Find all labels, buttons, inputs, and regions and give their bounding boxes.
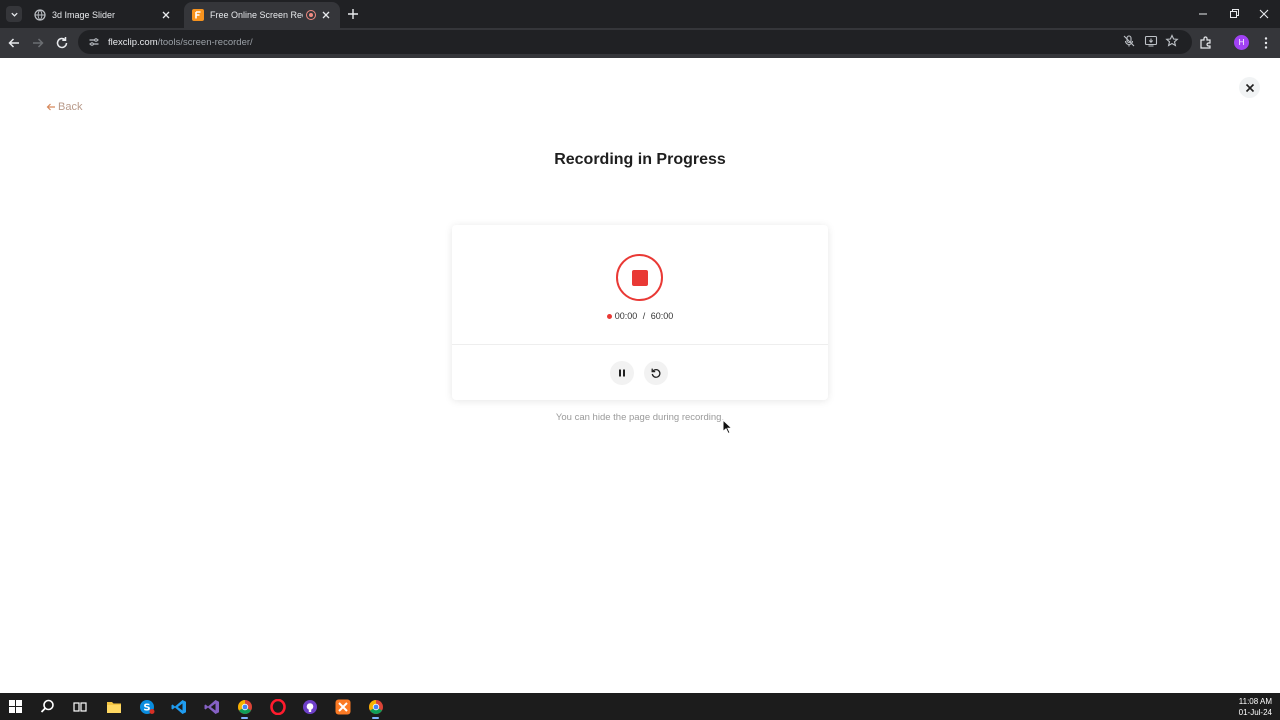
back-label: Back <box>58 101 83 113</box>
tab-title: Free Online Screen Recorde <box>210 10 303 20</box>
reload-icon[interactable] <box>54 35 70 51</box>
taskbar-search[interactable] <box>39 698 56 715</box>
new-tab-plus-icon[interactable] <box>346 7 360 21</box>
tab-3d-image-slider[interactable]: 3d Image Slider <box>26 2 180 28</box>
site-info-icon[interactable] <box>88 36 100 48</box>
taskbar-opera[interactable] <box>269 698 286 715</box>
recording-dot-icon <box>606 313 612 319</box>
taskbar-chrome-active[interactable] <box>236 698 253 719</box>
arrow-left-icon <box>46 103 55 111</box>
stop-square-icon <box>631 269 648 286</box>
taskbar-file-explorer[interactable] <box>105 698 122 715</box>
folder-icon <box>106 701 121 713</box>
more-menu-icon[interactable] <box>1258 35 1274 51</box>
taskbar-github-desktop[interactable] <box>301 698 318 715</box>
hide-page-hint: You can hide the page during recording. <box>555 412 725 423</box>
clock-time: 11:08 AM <box>1238 697 1272 706</box>
profile-avatar[interactable]: H <box>1234 35 1249 50</box>
extensions-puzzle-icon[interactable] <box>1198 35 1214 51</box>
chrome-icon <box>368 699 383 714</box>
chevron-down-icon <box>10 12 18 17</box>
search-icon <box>40 699 54 713</box>
taskbar-vscode[interactable] <box>170 698 187 715</box>
flexclip-favicon-icon <box>192 9 204 21</box>
taskbar-xampp[interactable] <box>334 698 351 715</box>
restore-icon[interactable] <box>1226 6 1242 22</box>
chrome-icon <box>237 699 252 714</box>
minimize-icon[interactable] <box>1195 6 1211 22</box>
back-arrow-icon[interactable] <box>6 35 22 51</box>
close-window-icon[interactable] <box>1256 6 1272 22</box>
restart-icon <box>651 368 661 378</box>
xampp-icon <box>335 699 350 714</box>
pause-button[interactable] <box>610 361 634 385</box>
back-link[interactable]: Back <box>46 101 82 113</box>
recording-indicator-icon <box>306 10 316 20</box>
address-bar[interactable]: flexclip.com/tools/screen-recorder/ <box>78 30 1192 54</box>
url-text: flexclip.com/tools/screen-recorder/ <box>108 37 253 48</box>
os-taskbar: S 11:08 AM 01-Jul-24 <box>0 693 1280 720</box>
recorder-page: Back Recording in Progress 00:00 / 60:00… <box>0 58 1280 693</box>
globe-icon <box>34 9 46 21</box>
install-app-icon[interactable] <box>1144 34 1158 48</box>
recording-card: 00:00 / 60:00 <box>452 225 828 400</box>
url-host: flexclip.com <box>108 36 158 48</box>
close-icon <box>1245 83 1254 92</box>
close-tab-icon[interactable] <box>160 9 172 21</box>
windows-start-icon <box>9 700 22 713</box>
browser-tab-bar: 3d Image Slider Free Online Screen Recor… <box>0 0 1280 28</box>
recording-timer: 00:00 / 60:00 <box>452 311 828 321</box>
mouse-pointer-icon <box>722 419 734 435</box>
page-title: Recording in Progress <box>554 151 726 168</box>
tab-title: 3d Image Slider <box>52 10 116 20</box>
taskbar-skype[interactable]: S <box>138 698 155 715</box>
system-clock[interactable]: 11:08 AM 01-Jul-24 <box>1239 696 1272 718</box>
opera-icon <box>269 698 286 715</box>
tab-search-button[interactable] <box>6 6 22 22</box>
url-path: /tools/screen-recorder/ <box>157 36 253 48</box>
recording-status-panel: 00:00 / 60:00 <box>452 225 828 345</box>
svg-text:S: S <box>143 702 150 713</box>
stop-recording-button[interactable] <box>616 254 663 301</box>
visual-studio-icon <box>204 699 219 714</box>
start-button[interactable] <box>7 698 24 715</box>
skype-icon: S <box>139 699 154 714</box>
close-page-button[interactable] <box>1239 77 1260 98</box>
vscode-icon <box>171 699 186 714</box>
timer-separator: / <box>640 311 648 321</box>
task-view-button[interactable] <box>71 698 88 715</box>
forward-arrow-icon[interactable] <box>30 35 46 51</box>
taskbar-visual-studio[interactable] <box>203 698 220 715</box>
timer-elapsed: 00:00 <box>614 311 638 321</box>
bookmark-star-icon[interactable] <box>1165 34 1179 48</box>
tab-screen-recorder[interactable]: Free Online Screen Recorde <box>184 2 340 28</box>
mic-muted-icon[interactable] <box>1122 34 1136 48</box>
task-view-icon <box>72 701 87 712</box>
browser-toolbar: flexclip.com/tools/screen-recorder/ H <box>0 28 1280 58</box>
github-icon <box>302 699 317 714</box>
pause-icon <box>619 369 625 377</box>
taskbar-chrome-second[interactable] <box>367 698 384 719</box>
timer-limit: 60:00 <box>650 311 674 321</box>
restart-button[interactable] <box>644 361 668 385</box>
close-tab-icon[interactable] <box>320 9 332 21</box>
clock-date: 01-Jul-24 <box>1238 708 1272 717</box>
